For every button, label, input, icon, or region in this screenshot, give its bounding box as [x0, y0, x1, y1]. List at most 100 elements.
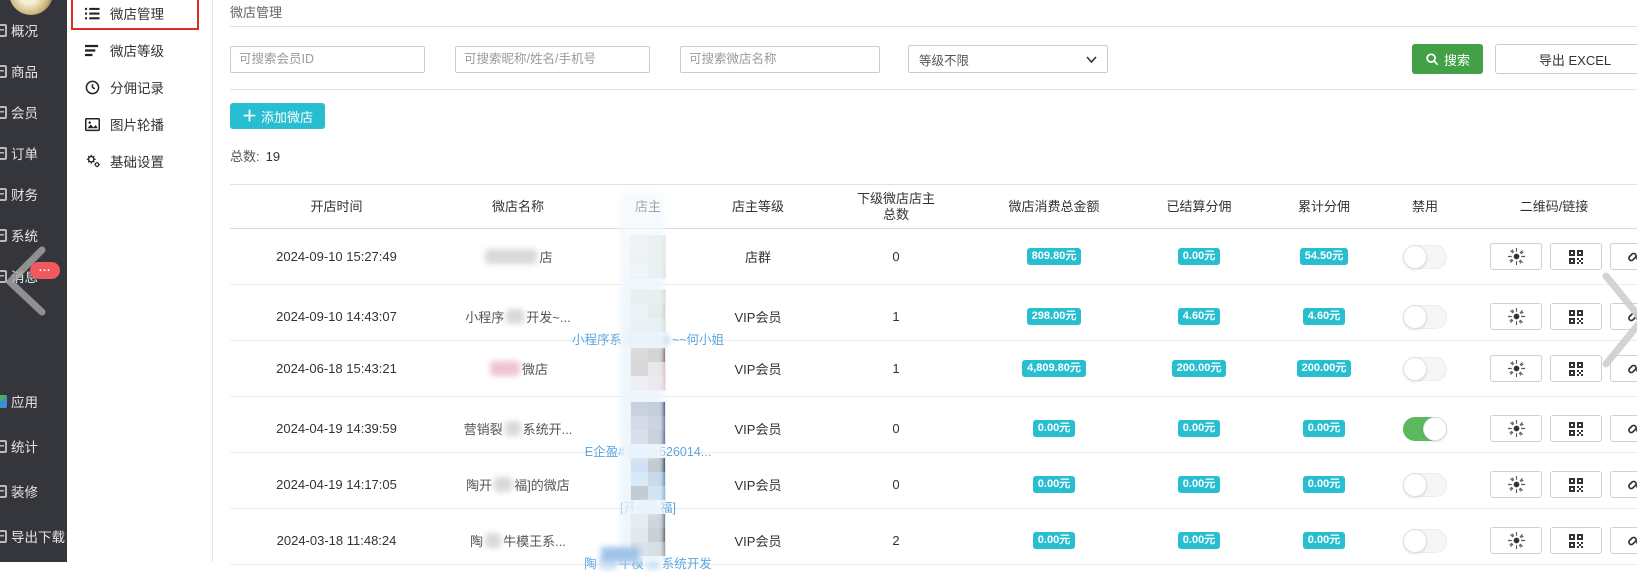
- qrcode-button[interactable]: [1550, 303, 1602, 330]
- search-button[interactable]: 搜索: [1412, 44, 1483, 74]
- text-fragment: 店: [539, 247, 552, 266]
- sidebar-item-财务[interactable]: 财务: [0, 184, 67, 204]
- settings-icon: [85, 153, 101, 169]
- export-excel-button[interactable]: 导出 EXCEL: [1495, 44, 1637, 74]
- avatar-pixel: [631, 290, 648, 304]
- column-header: 累计分佣: [1269, 185, 1379, 228]
- user-avatar[interactable]: [9, 0, 53, 15]
- nickname-input[interactable]: [455, 46, 650, 73]
- redacted-blur: [506, 309, 524, 324]
- cell-cumulative-commission: 0.00元: [1269, 397, 1379, 460]
- cell-open-time: 2024-06-18 15:43:21: [230, 341, 443, 396]
- owner-avatar[interactable]: [630, 347, 666, 391]
- cell-store-name: 小程序开发~...: [443, 285, 593, 348]
- qrcode-button[interactable]: [1550, 243, 1602, 270]
- submenu-item-图片轮播[interactable]: 图片轮播: [67, 114, 212, 134]
- decorate-icon: [0, 485, 7, 498]
- owner-avatar[interactable]: [630, 289, 666, 333]
- disable-toggle[interactable]: [1403, 473, 1447, 497]
- add-store-button[interactable]: ＋ 添加微店: [230, 103, 325, 129]
- sidebar-item-应用[interactable]: 应用: [0, 391, 67, 411]
- cell-total-consumption: 809.80元: [979, 229, 1129, 284]
- qrcode-button[interactable]: [1550, 415, 1602, 442]
- disable-toggle[interactable]: [1403, 245, 1447, 269]
- toggle-knob: [1403, 357, 1427, 381]
- table-body: 2024-09-10 15:27:49 店 店群 0 809.80元 0.00元…: [230, 229, 1637, 565]
- avatar-pixel: [631, 402, 648, 416]
- avatar-pixel: [631, 362, 648, 376]
- sidebar-item-统计[interactable]: 统计: [0, 436, 67, 456]
- column-header: 下级微店店主总数: [813, 185, 979, 228]
- qrcode-button[interactable]: [1550, 527, 1602, 554]
- sidebar-item-会员[interactable]: 会员: [0, 102, 67, 122]
- submenu-item-分佣记录[interactable]: 分佣记录: [67, 77, 212, 97]
- cell-open-time: 2024-04-19 14:39:59: [230, 397, 443, 460]
- cell-owner-level: VIP会员: [703, 453, 813, 516]
- link-button[interactable]: [1610, 527, 1637, 554]
- miniprogram-code-button[interactable]: [1490, 471, 1542, 498]
- miniprogram-code-button[interactable]: [1490, 243, 1542, 270]
- cell-cumulative-commission: 54.50元: [1269, 229, 1379, 284]
- amount-badge: 0.00元: [1303, 532, 1345, 549]
- text-fragment: 福]的微店: [514, 475, 570, 494]
- miniprogram-code-button[interactable]: [1490, 303, 1542, 330]
- miniprogram-code-button[interactable]: [1490, 415, 1542, 442]
- sidebar-item-概况[interactable]: 概况: [0, 20, 67, 40]
- amount-badge: 0.00元: [1033, 532, 1075, 549]
- amount-badge: 0.00元: [1178, 420, 1220, 437]
- member-id-input[interactable]: [230, 46, 425, 73]
- miniprogram-code-button[interactable]: [1490, 527, 1542, 554]
- sidebar-item-商品[interactable]: 商品: [0, 61, 67, 81]
- disable-toggle[interactable]: [1403, 417, 1447, 441]
- sidebar-item-系统[interactable]: 系统: [0, 225, 67, 245]
- miniprogram-code-button[interactable]: [1490, 355, 1542, 382]
- cell-store-name: 陶牛模王系...: [443, 509, 593, 572]
- link-button[interactable]: [1610, 415, 1637, 442]
- avatar-pixel: [648, 376, 665, 390]
- avatar-pixel: [631, 430, 648, 444]
- text-fragment: 陶: [470, 531, 483, 550]
- total-label: 总数:: [230, 149, 260, 164]
- qrcode-button[interactable]: [1550, 355, 1602, 382]
- submenu-item-微店等级[interactable]: 微店等级: [67, 40, 212, 60]
- expand-chevron-right-icon[interactable]: [1602, 270, 1637, 370]
- text-fragment: 营销裂: [464, 419, 503, 438]
- store-name-input[interactable]: [680, 46, 880, 73]
- disable-toggle[interactable]: [1403, 305, 1447, 329]
- owner-avatar[interactable]: [630, 235, 666, 279]
- link-button[interactable]: [1610, 243, 1637, 270]
- sidebar-item-导出下载[interactable]: 导出下载: [0, 526, 67, 546]
- link-button[interactable]: [1610, 471, 1637, 498]
- cell-owner: [开福]: [593, 453, 703, 516]
- disable-toggle[interactable]: [1403, 529, 1447, 553]
- avatar-pixel: [648, 264, 665, 278]
- stores-table: 开店时间微店名称店主店主等级下级微店店主总数微店消费总金额已结算分佣累计分佣禁用…: [230, 184, 1637, 565]
- table-row: 2024-09-10 15:27:49 店 店群 0 809.80元 0.00元…: [230, 229, 1637, 285]
- sidebar-item-装修[interactable]: 装修: [0, 481, 67, 501]
- submenu-item-基础设置[interactable]: 基础设置: [67, 151, 212, 171]
- collapse-chevron-left-icon[interactable]: [2, 246, 48, 316]
- toggle-knob: [1403, 473, 1427, 497]
- cell-total-consumption: 0.00元: [979, 453, 1129, 516]
- level-select[interactable]: 等级不限: [908, 45, 1108, 73]
- owner-avatar[interactable]: [630, 457, 666, 501]
- disable-toggle[interactable]: [1403, 357, 1447, 381]
- redacted-blur: [485, 249, 537, 264]
- column-header: 店主: [593, 185, 703, 228]
- amount-badge: 54.50元: [1300, 248, 1349, 265]
- cell-owner: 小程序系~~何小姐: [593, 285, 703, 348]
- owner-avatar[interactable]: [630, 401, 666, 445]
- amount-badge: 298.00元: [1027, 308, 1082, 325]
- total-count: 总数:19: [230, 146, 1637, 163]
- cell-sub-store-count: 1: [813, 285, 979, 348]
- cell-open-time: 2024-09-10 15:27:49: [230, 229, 443, 284]
- column-header: 开店时间: [230, 185, 443, 228]
- amount-badge: 4.60元: [1303, 308, 1345, 325]
- avatar-pixel: [648, 318, 665, 332]
- sidebar-item-订单[interactable]: 订单: [0, 143, 67, 163]
- avatar-pixel: [648, 486, 665, 500]
- qrcode-button[interactable]: [1550, 471, 1602, 498]
- levels-icon: [85, 42, 101, 58]
- text-fragment: 小程序: [465, 307, 504, 326]
- column-header: 微店名称: [443, 185, 593, 228]
